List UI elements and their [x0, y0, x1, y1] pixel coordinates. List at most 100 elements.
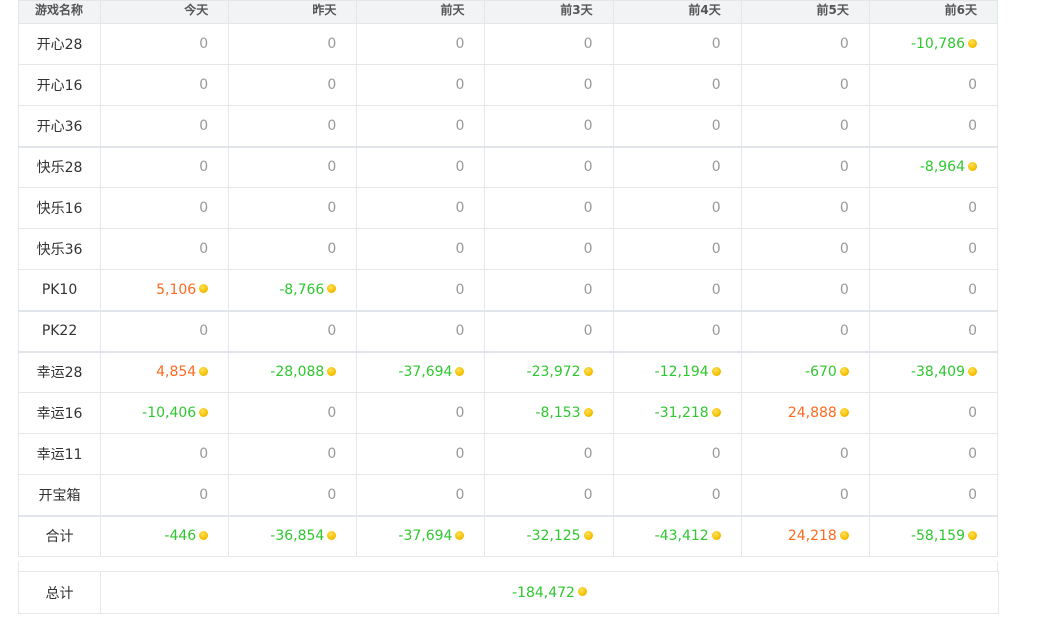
value-cell: 0 [740, 433, 870, 475]
grand-total-label: 总计 [18, 571, 101, 614]
value-text: 0 [327, 323, 337, 339]
gold-coin-icon [199, 530, 209, 540]
value-text: 0 [199, 446, 209, 462]
value-cell: 0 [356, 228, 486, 270]
value-cell: 0 [740, 474, 870, 516]
value-cell: 0 [612, 145, 742, 188]
gold-coin-icon [968, 366, 977, 376]
value-text: 0 [583, 200, 593, 216]
value-text: 0 [455, 405, 465, 421]
value-text: 0 [455, 77, 465, 93]
value-cell: 0 [356, 64, 486, 106]
value-cell: 0 [100, 474, 230, 516]
gold-coin-icon [199, 284, 209, 294]
game-name-cell: 开心16 [17, 64, 102, 106]
gold-coin-icon [455, 530, 465, 540]
value-text: -446 [164, 528, 197, 545]
value-cell: -32,125 [484, 514, 614, 557]
value-text: 0 [968, 323, 977, 339]
value-text: 0 [199, 117, 209, 134]
value-cell: -36,854 [228, 514, 358, 557]
value-text: 0 [199, 159, 209, 176]
value-text: 0 [455, 36, 465, 52]
value-text: 0 [711, 200, 721, 216]
value-text: 5,106 [156, 281, 197, 298]
value-text: 0 [455, 200, 465, 216]
table-body: 开心28 0 0 0 0 0 0 -10,786 开心16 0 0 0 0 0 0 0 开心36 0 0 0 0 0 0 0 快… [17, 23, 999, 557]
value-cell: -37,694 [356, 350, 486, 393]
grand-total-section: 总计 -184,472 [18, 571, 999, 614]
value-text: 0 [968, 241, 977, 257]
header-3-days-ago: 前3天 [484, 0, 614, 24]
value-text: 0 [327, 241, 337, 257]
gold-coin-icon [327, 530, 337, 540]
table-row: PK22 0 0 0 0 0 0 0 [17, 309, 999, 352]
value-text: 0 [968, 281, 977, 298]
value-cell: -10,406 [100, 392, 230, 434]
value-text: 0 [583, 446, 593, 462]
value-text: 0 [583, 77, 593, 93]
value-text: 0 [327, 405, 337, 421]
value-text: -10,786 [910, 36, 965, 52]
header-4-days-ago: 前4天 [612, 0, 742, 24]
value-cell: -23,972 [484, 350, 614, 393]
header-yesterday: 昨天 [228, 0, 358, 24]
value-cell: 0 [740, 23, 870, 65]
value-cell: 0 [868, 474, 999, 516]
table-row: 合计 -446 -36,854 -37,694 -32,125 -43,412 24,218… [17, 514, 999, 557]
value-cell: 0 [612, 228, 742, 270]
value-text: 0 [455, 486, 465, 503]
value-cell: 0 [356, 433, 486, 475]
header-row: 游戏名称 今天 昨天 前天 前3天 前4天 前5天 前6天 [17, 0, 999, 24]
value-text: -8,964 [919, 159, 965, 176]
value-text: 0 [583, 486, 593, 503]
value-cell: -8,766 [228, 269, 358, 311]
value-text: 0 [583, 117, 593, 134]
table-spacer [18, 561, 998, 571]
value-text: 0 [199, 323, 209, 339]
value-cell: 0 [868, 309, 999, 352]
value-cell: 0 [868, 64, 999, 106]
game-name-cell: 开宝箱 [17, 474, 102, 516]
value-text: 0 [327, 77, 337, 93]
gold-coin-icon [839, 366, 849, 376]
value-text: 0 [711, 117, 721, 134]
value-cell: 0 [228, 187, 358, 229]
value-cell: 0 [868, 269, 999, 311]
value-cell: 0 [484, 23, 614, 65]
value-cell: 0 [228, 228, 358, 270]
table-row: 快乐16 0 0 0 0 0 0 0 [17, 187, 999, 229]
value-cell: 0 [740, 269, 870, 311]
gold-coin-icon [968, 161, 977, 171]
game-name-cell: 合计 [17, 514, 102, 557]
gold-coin-icon [577, 587, 587, 596]
value-text: 0 [327, 159, 337, 176]
value-cell: 0 [484, 309, 614, 352]
value-cell: 4,854 [100, 350, 230, 393]
value-cell: 0 [100, 187, 230, 229]
value-cell: 0 [228, 105, 358, 147]
game-name-cell: PK22 [17, 309, 102, 352]
value-cell: 0 [356, 187, 486, 229]
value-cell: 0 [868, 433, 999, 475]
value-cell: 0 [868, 228, 999, 270]
game-name-cell: PK10 [17, 269, 102, 311]
value-text: 0 [327, 36, 337, 52]
game-name-cell: 开心36 [17, 105, 102, 147]
value-text: 0 [711, 323, 721, 339]
value-text: -37,694 [398, 364, 453, 381]
table-row: 开心28 0 0 0 0 0 0 -10,786 [17, 23, 999, 65]
value-text: -36,854 [270, 528, 325, 545]
value-cell: 0 [228, 145, 358, 188]
value-text: -58,159 [910, 528, 965, 545]
value-text: 0 [583, 159, 593, 176]
grand-total-table: 总计 -184,472 [18, 571, 999, 614]
game-name-cell: 开心28 [17, 23, 102, 65]
game-name-cell: 幸运11 [17, 433, 102, 475]
gold-coin-icon [839, 407, 849, 417]
value-text: 0 [711, 36, 721, 52]
value-cell: 0 [100, 64, 230, 106]
value-text: 0 [711, 241, 721, 257]
value-text: 0 [968, 446, 977, 462]
value-cell: 0 [484, 64, 614, 106]
